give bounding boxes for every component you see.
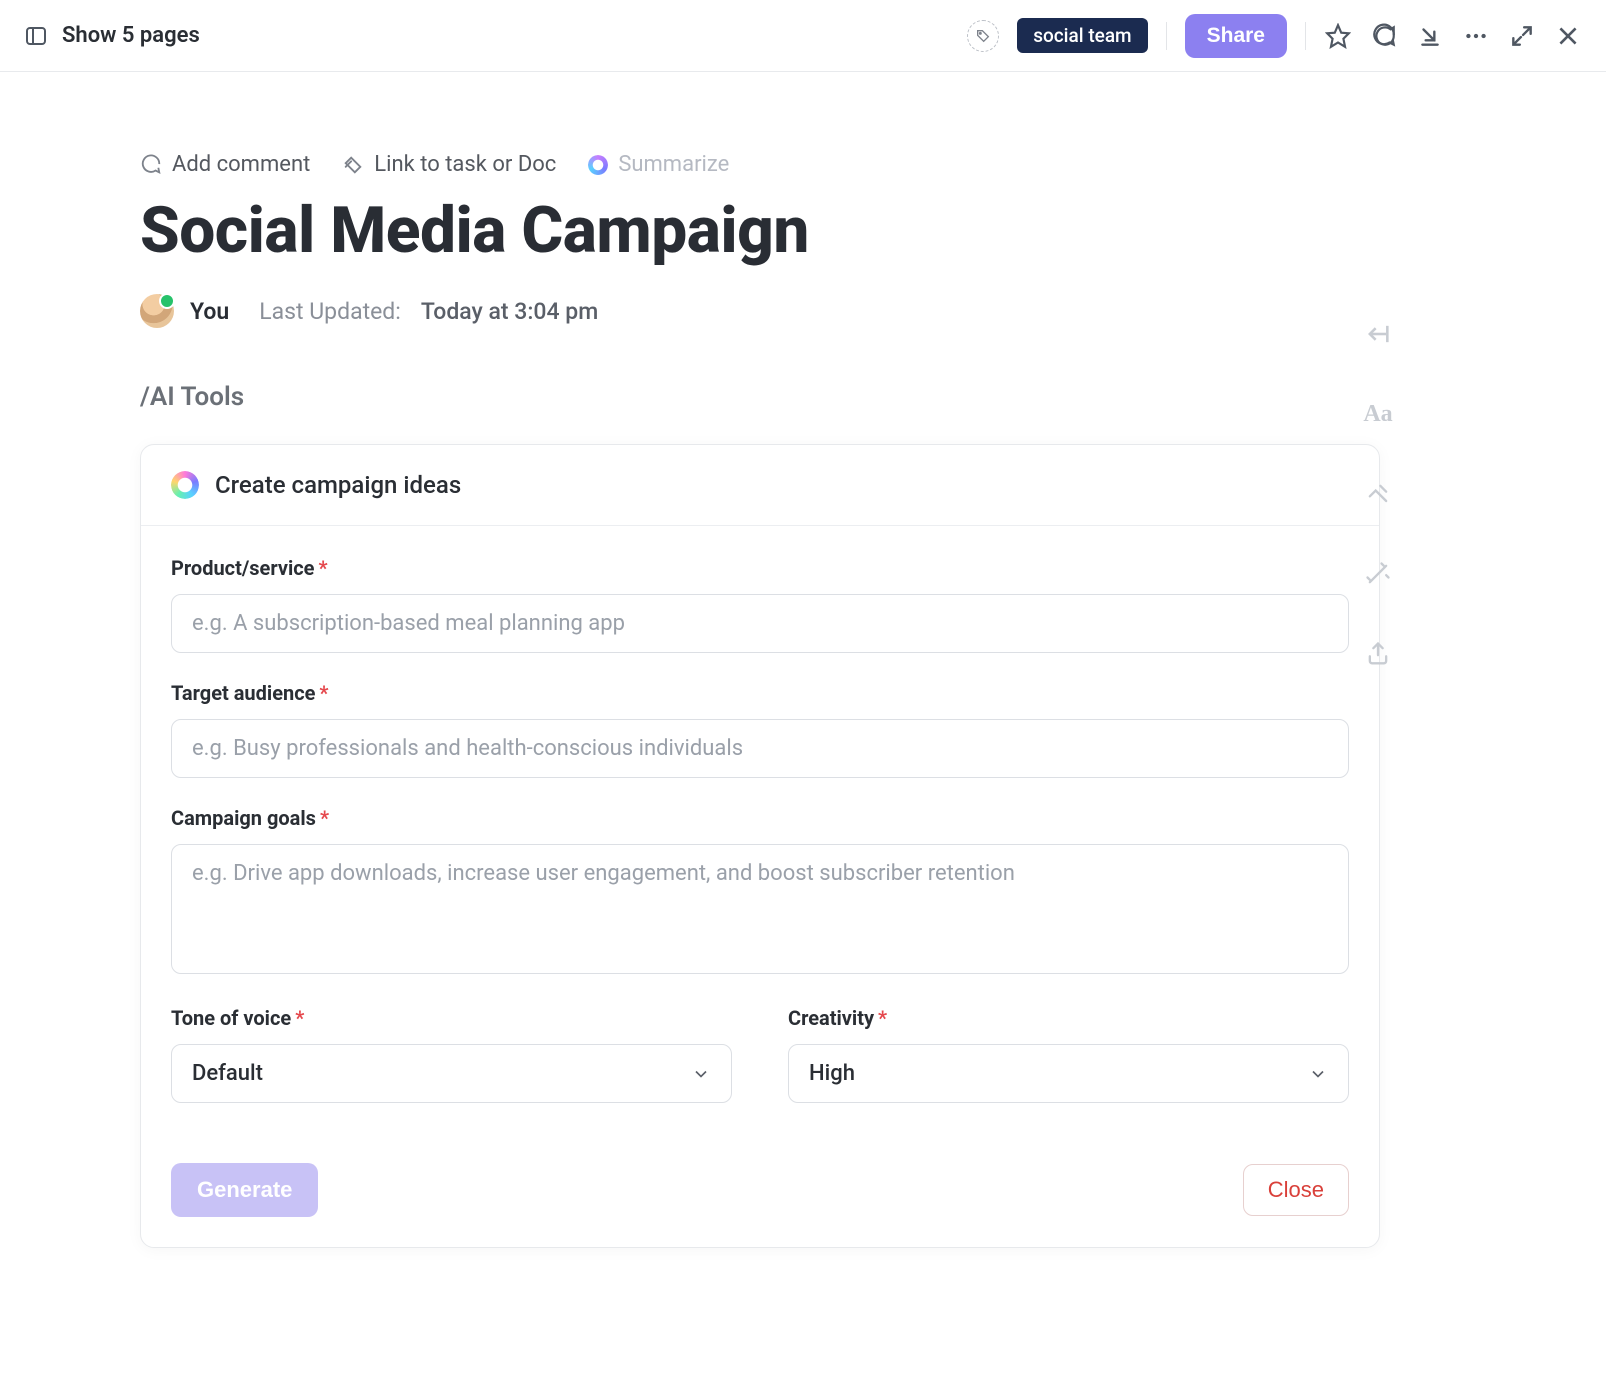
share-button[interactable]: Share — [1185, 14, 1287, 58]
product-input[interactable] — [171, 594, 1349, 653]
add-comment-label: Add comment — [172, 152, 310, 177]
field-tone: Tone of voice* Default — [171, 1006, 732, 1103]
comment-icon[interactable] — [1370, 22, 1398, 50]
divider — [1305, 22, 1306, 50]
ai-assist-icon[interactable] — [1364, 480, 1392, 508]
creativity-label: Creativity* — [788, 1006, 1349, 1030]
ai-card-body: Product/service* Target audience* Campai… — [141, 526, 1379, 1133]
document-title[interactable]: Social Media Campaign — [140, 193, 1340, 268]
field-creativity: Creativity* High — [788, 1006, 1349, 1103]
summarize-icon — [588, 155, 608, 175]
divider — [1166, 22, 1167, 50]
top-toolbar: Show 5 pages social team Share — [0, 0, 1606, 72]
field-product: Product/service* — [171, 556, 1349, 653]
slash-command-text[interactable]: /AI Tools — [140, 382, 1340, 412]
expand-icon[interactable] — [1508, 22, 1536, 50]
last-updated-label: Last Updated: — [259, 298, 401, 325]
chevron-down-icon — [1308, 1064, 1328, 1084]
author-name: You — [190, 298, 229, 325]
tone-value: Default — [192, 1061, 263, 1086]
document-meta: You Last Updated: Today at 3:04 pm — [140, 294, 1340, 328]
right-rail: Aa — [1364, 320, 1392, 668]
topbar-left: Show 5 pages — [24, 23, 967, 48]
tone-label: Tone of voice* — [171, 1006, 732, 1030]
ai-tool-card: Create campaign ideas Product/service* T… — [140, 444, 1380, 1248]
audience-input[interactable] — [171, 719, 1349, 778]
audience-label: Target audience* — [171, 681, 1349, 705]
required-asterisk: * — [319, 556, 328, 580]
download-icon[interactable] — [1416, 22, 1444, 50]
link-task-label: Link to task or Doc — [374, 152, 556, 177]
creativity-value: High — [809, 1061, 855, 1086]
field-audience: Target audience* — [171, 681, 1349, 778]
product-label: Product/service* — [171, 556, 1349, 580]
team-badge[interactable]: social team — [1017, 18, 1147, 53]
required-asterisk: * — [320, 806, 329, 830]
generate-button[interactable]: Generate — [171, 1163, 318, 1217]
creativity-select[interactable]: High — [788, 1044, 1349, 1103]
chevron-down-icon — [691, 1064, 711, 1084]
share-export-icon[interactable] — [1364, 640, 1392, 668]
required-asterisk: * — [295, 1006, 304, 1030]
field-goals: Campaign goals* — [171, 806, 1349, 978]
field-row-selects: Tone of voice* Default Creativity* — [171, 1006, 1349, 1103]
sidebar-panel-icon[interactable] — [24, 24, 48, 48]
tone-select[interactable]: Default — [171, 1044, 732, 1103]
star-icon[interactable] — [1324, 22, 1352, 50]
goals-label: Campaign goals* — [171, 806, 1349, 830]
ai-card-footer: Generate Close — [141, 1133, 1379, 1247]
typography-icon[interactable]: Aa — [1364, 400, 1392, 428]
tag-icon[interactable] — [967, 20, 999, 52]
document-quick-actions: Add comment Link to task or Doc Summariz… — [140, 152, 1340, 177]
required-asterisk: * — [878, 1006, 887, 1030]
close-icon[interactable] — [1554, 22, 1582, 50]
goals-textarea[interactable] — [171, 844, 1349, 974]
document-content: Add comment Link to task or Doc Summariz… — [0, 72, 1400, 1248]
required-asterisk: * — [319, 681, 328, 705]
add-comment-action[interactable]: Add comment — [140, 152, 310, 177]
summarize-action[interactable]: Summarize — [588, 152, 729, 177]
collapse-right-icon[interactable] — [1364, 320, 1392, 348]
ai-card-header: Create campaign ideas — [141, 445, 1379, 526]
ai-orb-icon — [171, 471, 199, 499]
avatar[interactable] — [140, 294, 174, 328]
summarize-label: Summarize — [618, 152, 729, 177]
ai-card-title: Create campaign ideas — [215, 471, 461, 499]
close-button[interactable]: Close — [1243, 1164, 1349, 1216]
link-task-action[interactable]: Link to task or Doc — [342, 152, 556, 177]
more-icon[interactable] — [1462, 22, 1490, 50]
magic-wand-icon[interactable] — [1364, 560, 1392, 588]
show-pages-button[interactable]: Show 5 pages — [62, 23, 200, 48]
last-updated-time: Today at 3:04 pm — [421, 298, 598, 325]
topbar-right: social team Share — [967, 14, 1582, 58]
